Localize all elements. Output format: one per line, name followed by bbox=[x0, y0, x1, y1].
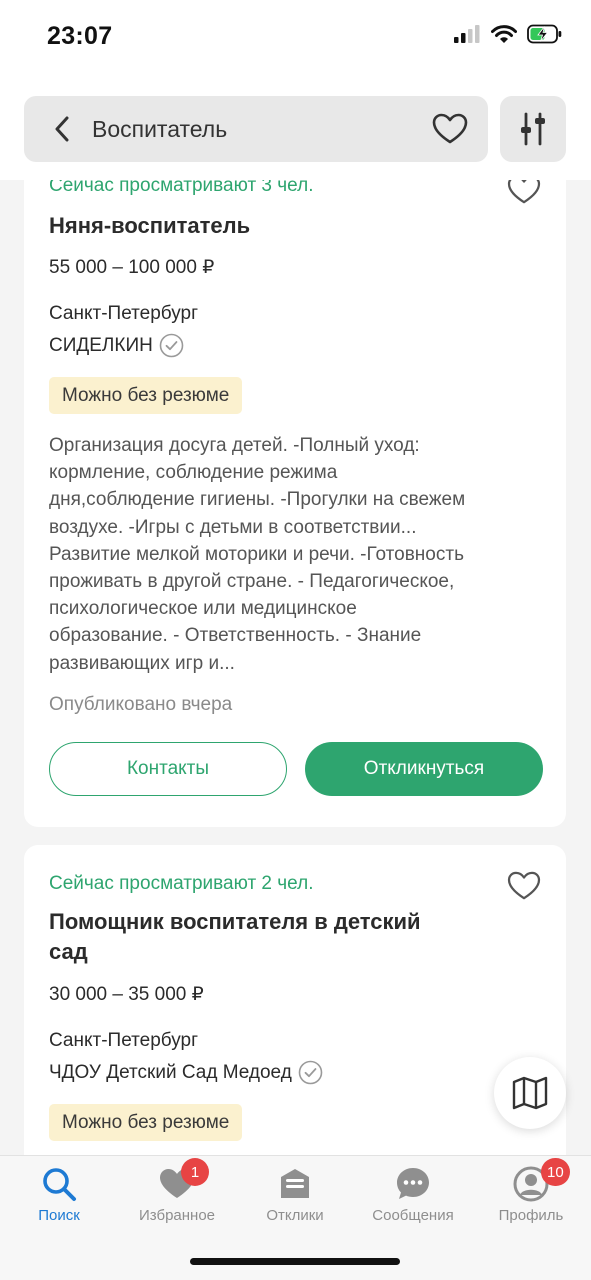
signal-icon bbox=[454, 25, 480, 43]
chevron-left-icon bbox=[55, 116, 69, 142]
company-name: ЧДОУ Детский Сад Медоед bbox=[49, 1061, 292, 1083]
nav-label: Поиск bbox=[38, 1207, 80, 1224]
description-line: образование. - Ответственность. - Знание bbox=[49, 625, 422, 647]
verified-check-icon bbox=[159, 333, 184, 358]
viewers-count: Сейчас просматривают 2 чел. bbox=[49, 873, 314, 894]
vacancy-title[interactable]: Няня-воспитатель bbox=[49, 211, 489, 241]
badge-label: Можно без резюме bbox=[62, 1111, 230, 1133]
description-line: кормление, соблюдение режима bbox=[49, 462, 338, 484]
no-resume-badge: Можно без резюме bbox=[49, 377, 243, 414]
vacancy-description: Организация досуга детей. -Полный уход: … bbox=[49, 432, 544, 677]
battery-charging-icon bbox=[527, 24, 562, 44]
search-header: Воспитатель bbox=[0, 80, 591, 180]
respond-button[interactable]: Откликнуться bbox=[305, 742, 543, 796]
description-line: психологическое или медицинское bbox=[49, 598, 357, 620]
nav-icon-wrap bbox=[39, 1164, 79, 1204]
nav-label: Избранное bbox=[138, 1207, 216, 1224]
nav-icon-wrap: 1 bbox=[157, 1158, 209, 1204]
no-resume-badge: Можно без резюме bbox=[49, 1104, 243, 1141]
vacancy-salary: 30 000 – 35 000 ₽ bbox=[49, 984, 204, 1005]
home-indicator bbox=[190, 1258, 400, 1265]
badge-label: Можно без резюме bbox=[62, 384, 230, 406]
favorite-button[interactable] bbox=[504, 866, 544, 906]
nav-icon-wrap bbox=[393, 1164, 433, 1204]
filter-sliders-icon bbox=[521, 112, 545, 146]
title-line: Помощник воспитателя в детский bbox=[49, 909, 421, 934]
save-search-button[interactable] bbox=[420, 96, 480, 162]
description-line: проживать в другой стране. - Педагогичес… bbox=[49, 571, 455, 593]
nav-messages[interactable]: Сообщения bbox=[354, 1156, 472, 1236]
heart-outline-icon bbox=[432, 113, 468, 144]
chat-bubble-icon bbox=[397, 1168, 429, 1199]
description-line: Развитие мелкой моторики и речи. -Готовн… bbox=[49, 543, 464, 565]
description-line: развивающих игр и... bbox=[49, 652, 235, 674]
nav-icon-wrap: 10 bbox=[511, 1158, 570, 1204]
vacancy-title[interactable]: Помощник воспитателя в детский сад bbox=[49, 907, 489, 967]
description-line: Организация досуга детей. -Полный уход: bbox=[49, 435, 420, 456]
search-bar[interactable]: Воспитатель bbox=[24, 96, 488, 162]
notification-badge: 1 bbox=[181, 1158, 209, 1186]
description-line: дня,соблюдение гигиены. -Прогулки на све… bbox=[49, 489, 466, 511]
nav-responses[interactable]: Отклики bbox=[236, 1156, 354, 1236]
heart-outline-icon bbox=[507, 871, 541, 900]
vacancy-list[interactable]: Сейчас просматривают 3 чел. Няня-воспита… bbox=[0, 180, 591, 1155]
vacancy-company[interactable]: ЧДОУ Детский Сад Медоед bbox=[49, 1060, 323, 1085]
contacts-button[interactable]: Контакты bbox=[49, 742, 287, 796]
search-icon bbox=[43, 1168, 76, 1201]
nav-profile[interactable]: 10 Профиль bbox=[472, 1156, 590, 1236]
map-button[interactable] bbox=[494, 1057, 566, 1129]
favorite-button[interactable] bbox=[504, 180, 544, 210]
nav-icon-wrap bbox=[275, 1164, 315, 1204]
nav-favorites[interactable]: 1 Избранное bbox=[118, 1156, 236, 1236]
status-icons bbox=[453, 24, 563, 44]
map-icon bbox=[512, 1076, 548, 1110]
vacancy-company[interactable]: СИДЕЛКИН bbox=[49, 333, 184, 358]
viewers-count: Сейчас просматривают 3 чел. bbox=[49, 180, 314, 196]
vacancy-card[interactable]: Сейчас просматривают 2 чел. Помощник вос… bbox=[24, 845, 566, 1155]
nav-label: Отклики bbox=[266, 1207, 324, 1224]
vacancy-city: Санкт-Петербург bbox=[49, 1030, 199, 1051]
heart-outline-icon bbox=[507, 180, 541, 204]
nav-label: Профиль bbox=[498, 1207, 564, 1224]
notification-badge: 10 bbox=[541, 1158, 570, 1186]
back-button[interactable] bbox=[36, 96, 88, 162]
inbox-icon bbox=[281, 1169, 309, 1198]
search-query[interactable]: Воспитатель bbox=[92, 116, 420, 143]
published-date: Опубликовано вчера bbox=[49, 694, 233, 715]
description-line: воздухе. -Игры с детьми в соответствии..… bbox=[49, 516, 417, 538]
status-bar: 23:07 bbox=[0, 0, 591, 80]
vacancy-city: Санкт-Петербург bbox=[49, 303, 199, 324]
filter-button[interactable] bbox=[500, 96, 566, 162]
status-time: 23:07 bbox=[47, 22, 113, 50]
title-line: сад bbox=[49, 939, 88, 964]
verified-check-icon bbox=[298, 1060, 323, 1085]
nav-search[interactable]: Поиск bbox=[0, 1156, 118, 1236]
vacancy-card[interactable]: Сейчас просматривают 3 чел. Няня-воспита… bbox=[24, 180, 566, 827]
nav-label: Сообщения bbox=[372, 1207, 454, 1224]
wifi-icon bbox=[491, 24, 517, 43]
company-name: СИДЕЛКИН bbox=[49, 334, 153, 356]
vacancy-salary: 55 000 – 100 000 ₽ bbox=[49, 257, 215, 278]
